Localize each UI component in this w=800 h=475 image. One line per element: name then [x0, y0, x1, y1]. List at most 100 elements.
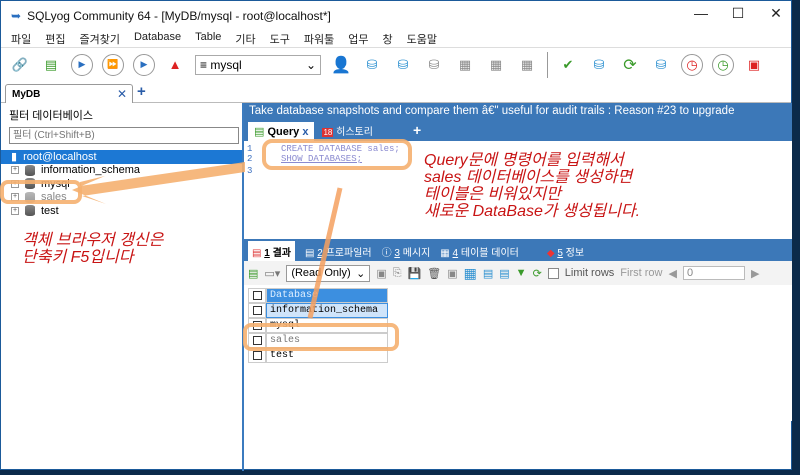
maximize-button[interactable]: ☐	[723, 5, 753, 22]
title-bar: ➥ SQLyog Community 64 - [MyDB/mysql - ro…	[1, 1, 791, 31]
tree-db-test[interactable]: + test	[1, 204, 242, 218]
cell[interactable]: test	[266, 348, 388, 363]
minimize-button[interactable]: —	[686, 5, 716, 21]
window-layout-icon[interactable]: ▣	[743, 54, 765, 76]
expand-icon[interactable]: +	[11, 193, 19, 202]
tab-messages[interactable]: ⓘ 3 메시지	[382, 244, 431, 259]
tree-db-sales[interactable]: + sales	[1, 191, 242, 205]
row-checkbox[interactable]	[248, 348, 266, 363]
column-header[interactable]: Database	[266, 288, 388, 303]
close-button[interactable]: ✕	[761, 5, 791, 22]
table-diagnostics-icon[interactable]: ▦	[516, 54, 538, 76]
code-line: CREATE DATABASE sales;	[281, 144, 400, 154]
paste-icon[interactable]: ⎘	[393, 267, 402, 280]
menu-powertools[interactable]: 파워툴	[304, 31, 334, 47]
database-select[interactable]: ≡ mysql ⌄	[195, 54, 321, 75]
copy-icon[interactable]: ▣	[376, 267, 386, 280]
scheduler-icon[interactable]: ◷	[681, 53, 703, 76]
table-row[interactable]: information_schema	[248, 303, 388, 318]
info-cube-icon: ◆	[546, 247, 558, 259]
close-tab-icon[interactable]: ✕	[117, 87, 127, 101]
table-row[interactable]: test	[248, 348, 388, 363]
table-icon: ▦	[440, 247, 453, 259]
sync-database-icon[interactable]: ⛁	[588, 54, 610, 76]
table-row[interactable]: sales	[248, 333, 388, 348]
expand-icon[interactable]: +	[11, 166, 19, 175]
copy-database-icon[interactable]: ⛁	[423, 54, 445, 76]
cell[interactable]: mysql	[266, 318, 388, 333]
menu-database[interactable]: Database	[134, 31, 181, 47]
menu-help[interactable]: 도움말	[407, 31, 437, 47]
prev-page-icon[interactable]: ◀	[668, 267, 676, 280]
menu-favorites[interactable]: 즐겨찾기	[80, 31, 120, 47]
create-database-icon[interactable]: ⛁	[361, 54, 383, 76]
user-manager-icon[interactable]: 👤	[330, 54, 352, 76]
row-checkbox[interactable]	[248, 333, 266, 348]
menu-window[interactable]: 창	[383, 31, 393, 47]
menu-table[interactable]: Table	[195, 31, 221, 47]
check-query-icon[interactable]: ✔	[557, 54, 579, 76]
execute-icon[interactable]: ▶	[71, 53, 93, 76]
add-row-icon[interactable]: ▤	[248, 267, 258, 280]
row-checkbox[interactable]	[248, 303, 266, 318]
next-page-icon[interactable]: ▶	[751, 267, 759, 280]
schema-designer-icon[interactable]: ▲	[164, 54, 186, 76]
menu-edit[interactable]: 편집	[45, 31, 65, 47]
menu-other[interactable]: 기타	[235, 31, 255, 47]
cell[interactable]: sales	[266, 333, 388, 348]
execute-all-icon[interactable]: ⏩	[102, 53, 124, 76]
save-icon[interactable]: 💾	[408, 267, 422, 280]
tab-label: 정보	[565, 247, 585, 259]
tab-result[interactable]: ▤ 1 결과	[248, 240, 295, 262]
export-dropdown-icon[interactable]: ▭▾	[264, 267, 280, 280]
import-table-icon[interactable]: ▦	[454, 54, 476, 76]
upgrade-banner[interactable]: Take database snapshots and compare them…	[249, 105, 734, 117]
menu-file[interactable]: 파일	[11, 31, 31, 47]
tab-query[interactable]: ▤ Query x	[248, 122, 315, 141]
add-query-tab-button[interactable]: +	[411, 119, 423, 141]
menu-work[interactable]: 업무	[348, 31, 368, 47]
menu-tools[interactable]: 도구	[270, 31, 290, 47]
delete-icon[interactable]: 🗑	[427, 267, 441, 280]
tab-table-data[interactable]: ▦ 4 테이블 데이터	[440, 244, 519, 259]
text-view-icon[interactable]: ▤	[499, 267, 509, 280]
tab-info[interactable]: ◆ 5 정보	[547, 244, 584, 259]
tab-num: 4	[452, 247, 459, 259]
table-row[interactable]: mysql	[248, 318, 388, 333]
refresh-icon[interactable]: ⟳	[619, 54, 641, 76]
export-table-icon[interactable]: ▦	[485, 54, 507, 76]
backup-database-icon[interactable]: ⛁	[392, 54, 414, 76]
result-toolbar: ▤ ▭▾ (Read Only) ⌄ ▣ ⎘ 💾 🗑 ▣ ▦ ▤ ▤ ▼ ⟳ Li…	[244, 261, 792, 285]
form-view-icon[interactable]: ▤	[483, 267, 493, 280]
connect-icon[interactable]: 🔗	[9, 54, 31, 76]
tree-root[interactable]: ▮ root@localhost	[1, 150, 242, 164]
first-row-input[interactable]: 0	[682, 266, 745, 280]
schedule-add-icon[interactable]: ◷	[712, 53, 734, 76]
reset-filter-icon[interactable]: ⟳	[533, 267, 542, 280]
select-all-checkbox[interactable]	[248, 288, 266, 303]
filter-input[interactable]	[9, 127, 239, 144]
tab-mydb[interactable]: MyDB ✕	[5, 84, 133, 103]
cell[interactable]: information_schema	[266, 303, 388, 318]
grid-view-icon[interactable]: ▦	[464, 265, 477, 282]
database-icon	[25, 178, 35, 190]
filter-icon[interactable]: ▼	[516, 267, 527, 279]
execute-edit-icon[interactable]: ▶	[133, 53, 155, 76]
tree-db-mysql[interactable]: + mysql	[1, 177, 242, 191]
tab-profiler[interactable]: ▤ 2 프로파일러	[305, 244, 372, 259]
readonly-select[interactable]: (Read Only) ⌄	[286, 264, 371, 282]
expand-icon[interactable]: +	[11, 179, 19, 188]
limit-rows-checkbox[interactable]	[547, 267, 559, 279]
add-tab-button[interactable]: +	[137, 83, 146, 100]
tree-db-information-schema[interactable]: + information_schema	[1, 164, 242, 178]
new-query-icon[interactable]: ▤	[40, 54, 62, 76]
expand-icon[interactable]: +	[11, 206, 19, 215]
add-database-icon[interactable]: ⛁	[650, 54, 672, 76]
row-checkbox[interactable]	[248, 318, 266, 333]
refresh-grid-icon[interactable]: ▣	[447, 267, 457, 280]
tab-num: 1	[264, 247, 270, 259]
result-tabs: ▤ 1 결과 ▤ 2 프로파일러 ⓘ 3 메시지 ▦ 4 테이블 데이터 ◆ 5…	[244, 240, 584, 262]
close-query-icon[interactable]: x	[302, 126, 308, 138]
tab-history[interactable]: 18 히스토리	[320, 120, 375, 141]
query-panel: Take database snapshots and compare them…	[244, 103, 792, 421]
